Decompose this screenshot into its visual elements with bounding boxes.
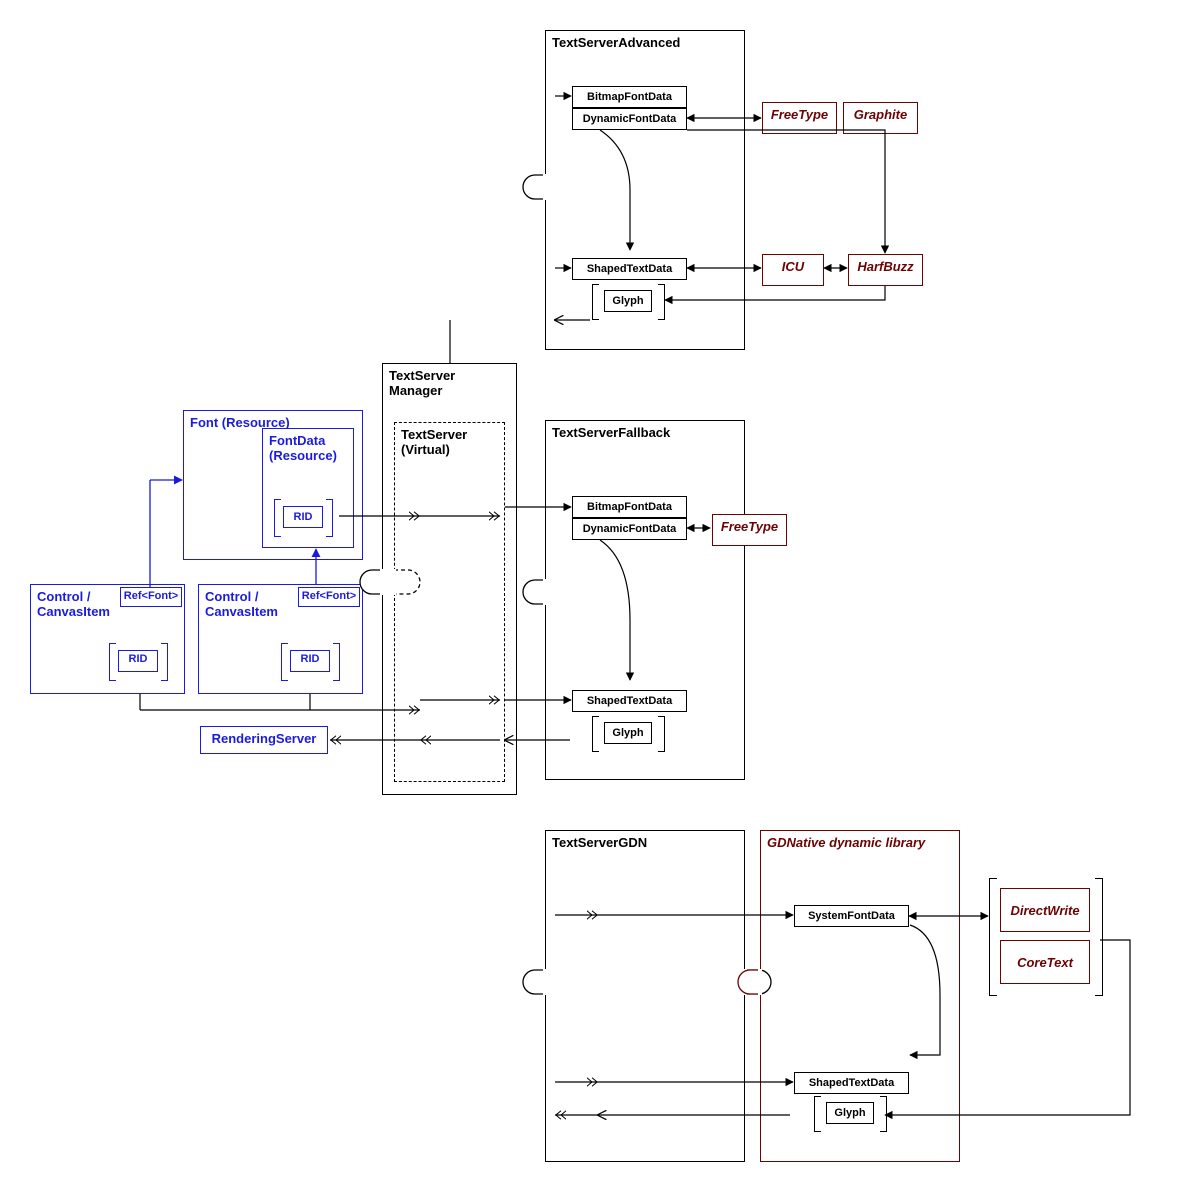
- rid-1: RID: [118, 650, 158, 672]
- bracket-icon: [658, 284, 665, 320]
- rid-2: RID: [290, 650, 330, 672]
- bracket-icon: [109, 643, 116, 681]
- gdn-shapedtext: ShapedTextData: [794, 1072, 909, 1094]
- adv-glyph: Glyph: [604, 290, 652, 312]
- fb-shapedtext: ShapedTextData: [572, 690, 687, 712]
- textserver-gdn: TextServerGDN: [545, 830, 745, 1162]
- fontdata-resource-label: FontData (Resource): [269, 433, 337, 463]
- adv-bitmapfont: BitmapFontData: [572, 86, 687, 108]
- bracket-icon: [326, 499, 333, 537]
- textserver-virtual: TextServer (Virtual): [394, 422, 505, 782]
- lib-graphite: Graphite: [843, 102, 918, 134]
- bracket-icon: [161, 643, 168, 681]
- ref-font-1: Ref<Font>: [120, 587, 182, 607]
- gdn-systemfont: SystemFontData: [794, 905, 909, 927]
- control-canvas-label: Control / CanvasItem: [37, 589, 117, 619]
- bracket-icon: [592, 284, 599, 320]
- bracket-icon: [281, 643, 288, 681]
- fb-bitmapfont: BitmapFontData: [572, 496, 687, 518]
- gdnative-library-label: GDNative dynamic library: [767, 835, 925, 850]
- bracket-icon: [333, 643, 340, 681]
- bracket-icon: [1095, 878, 1103, 996]
- lib-coretext: CoreText: [1000, 940, 1090, 984]
- adv-dynamicfont: DynamicFontData: [572, 108, 687, 130]
- bracket-icon: [814, 1096, 821, 1132]
- textserver-advanced-label: TextServerAdvanced: [552, 35, 680, 50]
- textserver-fallback-label: TextServerFallback: [552, 425, 670, 440]
- control-canvas-label: Control / CanvasItem: [205, 589, 285, 619]
- bracket-icon: [658, 716, 665, 752]
- fb-dynamicfont: DynamicFontData: [572, 518, 687, 540]
- ref-font-2: Ref<Font>: [298, 587, 360, 607]
- bracket-icon: [274, 499, 281, 537]
- bracket-icon: [592, 716, 599, 752]
- bracket-icon: [880, 1096, 887, 1132]
- textserver-virtual-label: TextServer (Virtual): [401, 427, 481, 457]
- lib-directwrite: DirectWrite: [1000, 888, 1090, 932]
- bracket-icon: [989, 878, 997, 996]
- lib-icu: ICU: [762, 254, 824, 286]
- rendering-server: RenderingServer: [200, 726, 328, 754]
- adv-shapedtext: ShapedTextData: [572, 258, 687, 280]
- fb-glyph: Glyph: [604, 722, 652, 744]
- gdn-glyph: Glyph: [826, 1102, 874, 1124]
- textserver-gdn-label: TextServerGDN: [552, 835, 647, 850]
- lib-freetype-fb: FreeType: [712, 514, 787, 546]
- lib-freetype-adv: FreeType: [762, 102, 837, 134]
- lib-harfbuzz: HarfBuzz: [848, 254, 923, 286]
- fontdata-rid: RID: [283, 506, 323, 528]
- textserver-manager-label: TextServer Manager: [389, 368, 469, 398]
